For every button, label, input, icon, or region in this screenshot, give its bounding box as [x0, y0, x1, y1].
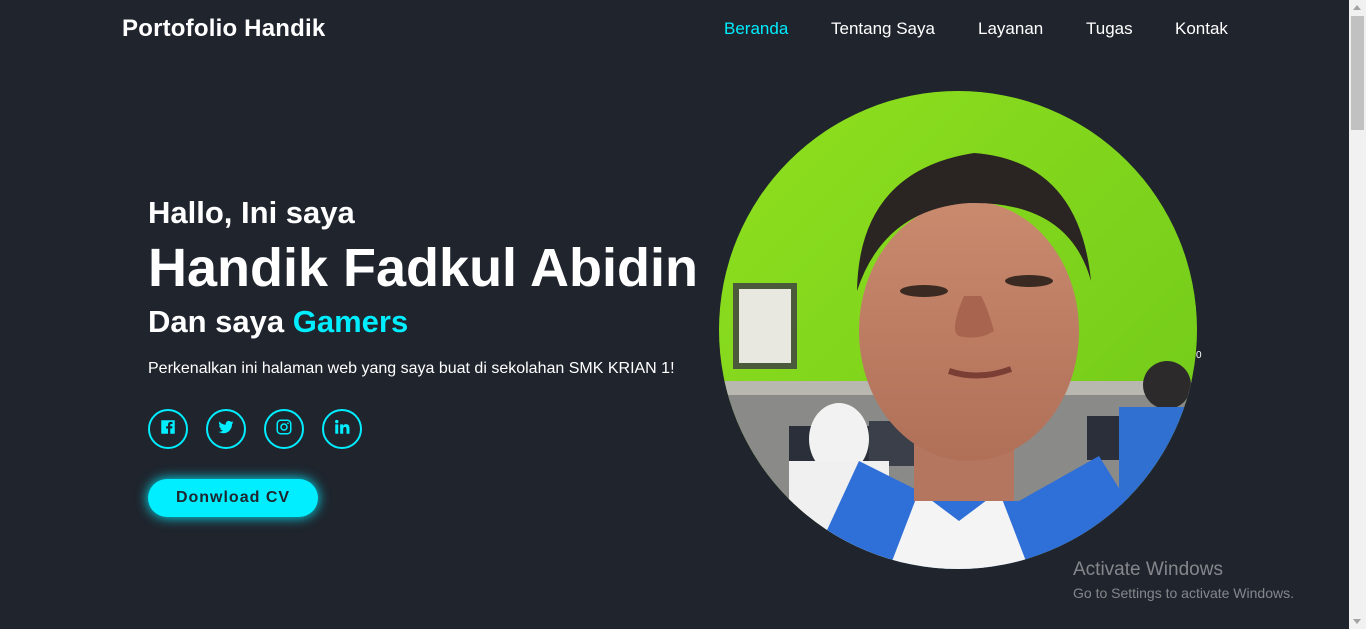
portfolio-page: Portofolio Handik Beranda Tentang Saya L… — [0, 0, 1349, 629]
facebook-link[interactable] — [148, 409, 188, 449]
linkedin-icon — [333, 418, 351, 441]
watermark-subtitle: Go to Settings to activate Windows. — [1073, 585, 1294, 601]
nav-link-tentang-saya[interactable]: Tentang Saya — [831, 19, 935, 39]
social-links — [148, 409, 388, 449]
twitter-link[interactable] — [206, 409, 246, 449]
hero-role-prefix: Dan saya — [148, 304, 285, 339]
scrollbar-thumb[interactable] — [1351, 16, 1364, 130]
hero-greeting: Hallo, Ini saya — [148, 195, 355, 230]
vertical-scrollbar[interactable] — [1349, 0, 1366, 629]
facebook-icon — [159, 418, 177, 441]
download-cv-button[interactable]: Donwload CV — [148, 479, 318, 517]
hero-name: Handik Fadkul Abidin — [148, 238, 699, 298]
stray-text: 0 — [1196, 350, 1202, 361]
hero-role: Dan saya Gamers — [148, 304, 408, 340]
linkedin-link[interactable] — [322, 409, 362, 449]
nav-link-layanan[interactable]: Layanan — [978, 19, 1043, 39]
instagram-icon — [275, 418, 293, 441]
activate-windows-watermark: Activate Windows Go to Settings to activ… — [1073, 559, 1294, 601]
scroll-up-arrow-icon[interactable] — [1353, 5, 1361, 10]
watermark-title: Activate Windows — [1073, 559, 1223, 580]
nav-link-beranda[interactable]: Beranda — [724, 19, 788, 39]
hero-intro: Perkenalkan ini halaman web yang saya bu… — [148, 360, 675, 377]
profile-photo-illustration — [719, 91, 1197, 569]
nav-link-kontak[interactable]: Kontak — [1175, 19, 1228, 39]
hero-role-highlight: Gamers — [292, 304, 409, 339]
site-logo[interactable]: Portofolio Handik — [122, 15, 325, 43]
nav-link-tugas[interactable]: Tugas — [1086, 19, 1133, 39]
profile-photo — [719, 91, 1197, 569]
scroll-down-arrow-icon[interactable] — [1353, 619, 1361, 624]
instagram-link[interactable] — [264, 409, 304, 449]
site-header: Portofolio Handik Beranda Tentang Saya L… — [0, 0, 1349, 58]
twitter-icon — [217, 418, 235, 441]
